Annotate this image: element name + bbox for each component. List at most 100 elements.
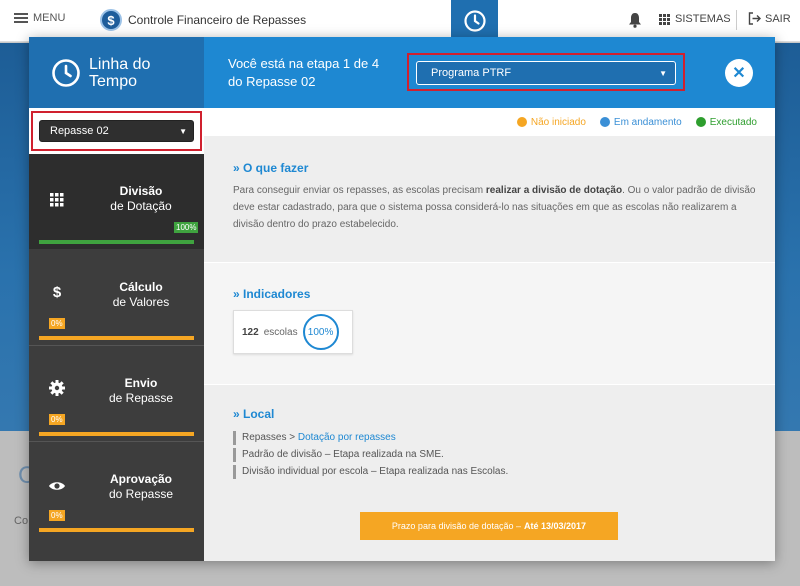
status-legend: Não iniciado Em andamento Executado <box>204 108 775 136</box>
step-percent-badge: 100% <box>174 222 199 233</box>
description-text: Para conseguir enviar os repasses, as es… <box>233 185 486 196</box>
location-detail: Padrão de divisão – Etapa realizada na S… <box>233 448 444 462</box>
step-envio-repasse[interactable]: Envio de Repasse 0% <box>29 346 204 441</box>
step-line1: Cálculo <box>119 280 163 294</box>
logout-icon <box>748 12 761 25</box>
status-dot <box>599 117 610 127</box>
status-dot <box>695 117 706 127</box>
schools-unit: escolas <box>263 326 298 338</box>
step-progress-fill <box>39 432 194 436</box>
grid-icon <box>47 190 67 210</box>
step-progress-fill <box>39 336 194 340</box>
topbar-divider <box>736 10 737 30</box>
legend-label: Não iniciado <box>530 116 586 128</box>
timeline-modal: Linha do Tempo Repasse 02 ▼ Divisão de D… <box>29 37 775 561</box>
step-line1: Divisão <box>119 184 163 198</box>
legend-label: Em andamento <box>613 116 682 128</box>
app-brand[interactable]: $ Controle Financeiro de Repasses <box>100 9 306 31</box>
timeline-sidebar: Linha do Tempo Repasse 02 ▼ Divisão de D… <box>29 37 214 561</box>
step-line2: de Valores <box>112 295 170 309</box>
dotacao-link[interactable]: Dotação por repasses <box>298 432 396 443</box>
percent-ring: 100% <box>302 314 339 350</box>
path-prefix: Repasses > <box>242 432 298 443</box>
deadline-banner: Prazo para divisão de dotação – Até 13/0… <box>360 512 618 540</box>
description-emphasis: realizar a divisão de dotação <box>485 185 623 196</box>
step-calculo-valores[interactable]: $ Cálculo de Valores 0% <box>29 250 204 345</box>
step-progress-fill <box>39 528 194 532</box>
section-description: Para conseguir enviar os repasses, as es… <box>233 182 758 233</box>
clock-icon <box>463 10 486 32</box>
step-line2: de Dotação <box>110 199 172 213</box>
hamburger-icon <box>14 13 28 23</box>
step-line1: Envio <box>124 376 158 390</box>
eye-icon <box>47 476 67 496</box>
top-app-bar: MENU $ Controle Financeiro de Repasses S… <box>0 0 800 42</box>
step-aprovacao-repasse[interactable]: Aprovação do Repasse 0% <box>29 442 204 537</box>
repasse-select[interactable]: Repasse 02 ▼ <box>39 120 194 142</box>
close-icon: ✕ <box>732 65 746 82</box>
step-line2: do Repasse <box>108 487 174 501</box>
step-label: Divisão de Dotação <box>81 184 201 214</box>
legend-label: Executado <box>709 116 757 128</box>
section-indicators: » Indicadores 122 escolas 100% <box>204 263 775 384</box>
chevron-down-icon: ▼ <box>659 68 667 78</box>
step-progress-fill <box>39 240 194 244</box>
modal-title: Linha do Tempo <box>89 55 151 90</box>
section-location: » Local Repasses > Dotação por repasses … <box>204 385 775 561</box>
menu-label: MENU <box>33 12 66 24</box>
timeline-tab[interactable] <box>451 0 498 42</box>
menu-button[interactable]: MENU <box>14 12 65 24</box>
step-line1: Aprovação <box>109 472 173 486</box>
legend-item-not-started: Não iniciado <box>516 116 586 128</box>
step-progress-bar <box>39 336 194 340</box>
stage-status-text: Você está na etapa 1 de 4 do Repasse 02 <box>228 55 379 91</box>
repasse-select-value: Repasse 02 <box>50 125 109 137</box>
step-progress-bar <box>39 432 194 436</box>
dollar-icon: $ <box>52 283 62 301</box>
step-percent-badge: 0% <box>49 510 65 521</box>
step-label: Cálculo de Valores <box>81 280 201 310</box>
repasse-select-area: Repasse 02 ▼ <box>29 108 204 154</box>
program-select-value: Programa PTRF <box>431 67 512 79</box>
schools-indicator-card: 122 escolas 100% <box>233 310 353 354</box>
step-divisao-dotacao[interactable]: Divisão de Dotação 100% <box>29 154 204 249</box>
app-title: Controle Financeiro de Repasses <box>128 13 307 27</box>
location-path: Repasses > Dotação por repasses <box>233 431 396 445</box>
legend-item-in-progress: Em andamento <box>599 116 682 128</box>
notifications-button[interactable] <box>628 12 642 31</box>
section-title: » Local <box>233 407 275 421</box>
legend-item-executed: Executado <box>695 116 757 128</box>
section-title: » O que fazer <box>233 161 309 175</box>
program-select[interactable]: Programa PTRF ▼ <box>416 61 676 85</box>
step-label: Aprovação do Repasse <box>81 472 201 502</box>
systems-button[interactable]: SISTEMAS <box>659 13 731 25</box>
deadline-date: Até 13/03/2017 <box>524 521 587 531</box>
step-percent-badge: 0% <box>49 414 65 425</box>
stage-text-line1: Você está na etapa 1 de 4 <box>228 56 380 71</box>
dollar-logo-icon: $ <box>100 9 122 31</box>
modal-title-block: Linha do Tempo <box>29 37 204 108</box>
bell-icon <box>629 13 641 28</box>
chevron-down-icon: ▼ <box>179 126 187 136</box>
systems-label: SISTEMAS <box>675 13 731 25</box>
location-detail: Divisão individual por escola – Etapa re… <box>233 465 508 479</box>
step-line2: de Repasse <box>108 391 174 405</box>
logout-button[interactable]: SAIR <box>748 12 791 25</box>
section-title: » Indicadores <box>233 287 311 301</box>
logout-label: SAIR <box>765 12 791 25</box>
stage-text-line2: do Repasse 02 <box>228 74 316 89</box>
deadline-text: Prazo para divisão de dotação – <box>391 521 522 531</box>
modal-header: Você está na etapa 1 de 4 do Repasse 02 … <box>204 37 775 108</box>
status-dot <box>516 117 527 127</box>
gear-icon <box>47 378 67 398</box>
section-what-to-do: » O que fazer Para conseguir enviar os r… <box>204 136 775 262</box>
apps-grid-icon <box>659 13 670 25</box>
timeline-content: Você está na etapa 1 de 4 do Repasse 02 … <box>204 37 775 561</box>
close-button[interactable]: ✕ <box>725 59 753 87</box>
step-progress-bar <box>39 240 194 244</box>
step-progress-bar <box>39 528 194 532</box>
step-label: Envio de Repasse <box>81 376 201 406</box>
schools-count: 122 <box>242 326 259 338</box>
clock-icon <box>52 58 80 87</box>
background-text: Co <box>14 515 29 527</box>
